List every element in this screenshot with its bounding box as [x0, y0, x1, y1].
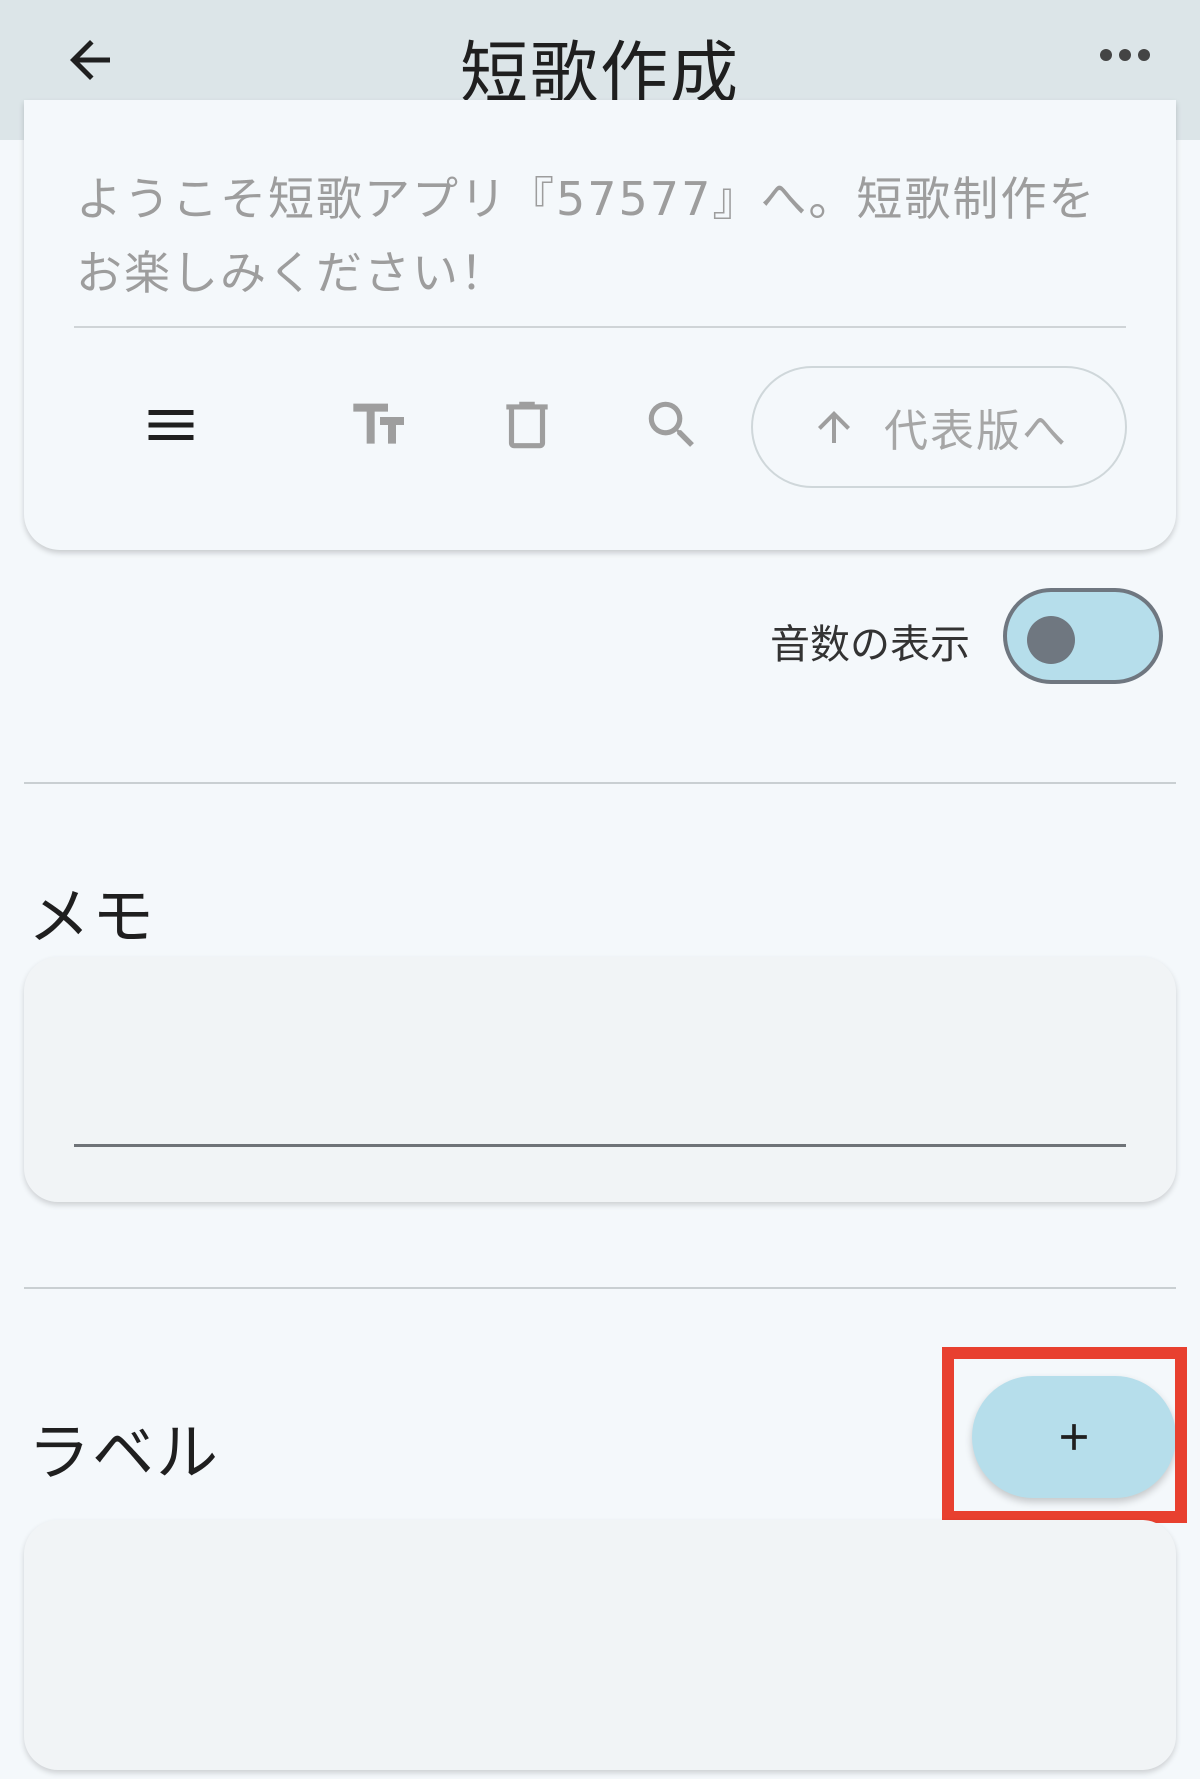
text-size-icon [353, 403, 404, 444]
divider [24, 1287, 1176, 1289]
tanka-text-area[interactable]: ようこそ短歌アプリ『57577』へ。短歌制作をお楽しみください！ [76, 162, 1116, 310]
trash-icon [506, 401, 548, 449]
memo-section-title: メモ [28, 880, 157, 953]
more-horizontal-icon [1100, 49, 1112, 61]
delete-button[interactable] [482, 380, 572, 470]
memo-input[interactable] [74, 997, 1126, 1147]
toggle-knob [1027, 616, 1075, 664]
plus-icon [1061, 1424, 1087, 1450]
label-section-title: ラベル [28, 1416, 221, 1489]
tanka-create-screen: 短歌作成 ようこそ短歌アプリ『57577』へ。短歌制作をお楽しみください！ 代表… [0, 0, 1200, 1779]
tanka-editor-card: ようこそ短歌アプリ『57577』へ。短歌制作をお楽しみください！ 代表版へ [24, 100, 1176, 550]
representative-version-button[interactable]: 代表版へ [751, 366, 1127, 488]
editor-underline [74, 326, 1126, 328]
label-list-card [24, 1520, 1176, 1770]
arrow-up-icon [818, 411, 850, 443]
syllable-toggle-switch[interactable] [1003, 588, 1163, 684]
divider [24, 782, 1176, 784]
menu-icon [148, 410, 194, 440]
search-button[interactable] [627, 380, 717, 470]
menu-button[interactable] [126, 380, 216, 470]
representative-version-label: 代表版へ [884, 406, 1068, 457]
syllable-toggle-label: 音数の表示 [770, 622, 970, 668]
editor-toolbar: 代表版へ [24, 362, 1176, 488]
text-size-button[interactable] [335, 380, 425, 470]
add-label-button[interactable] [972, 1376, 1176, 1498]
search-icon [648, 401, 694, 447]
memo-card [24, 957, 1176, 1202]
more-options-button[interactable] [1080, 20, 1170, 90]
